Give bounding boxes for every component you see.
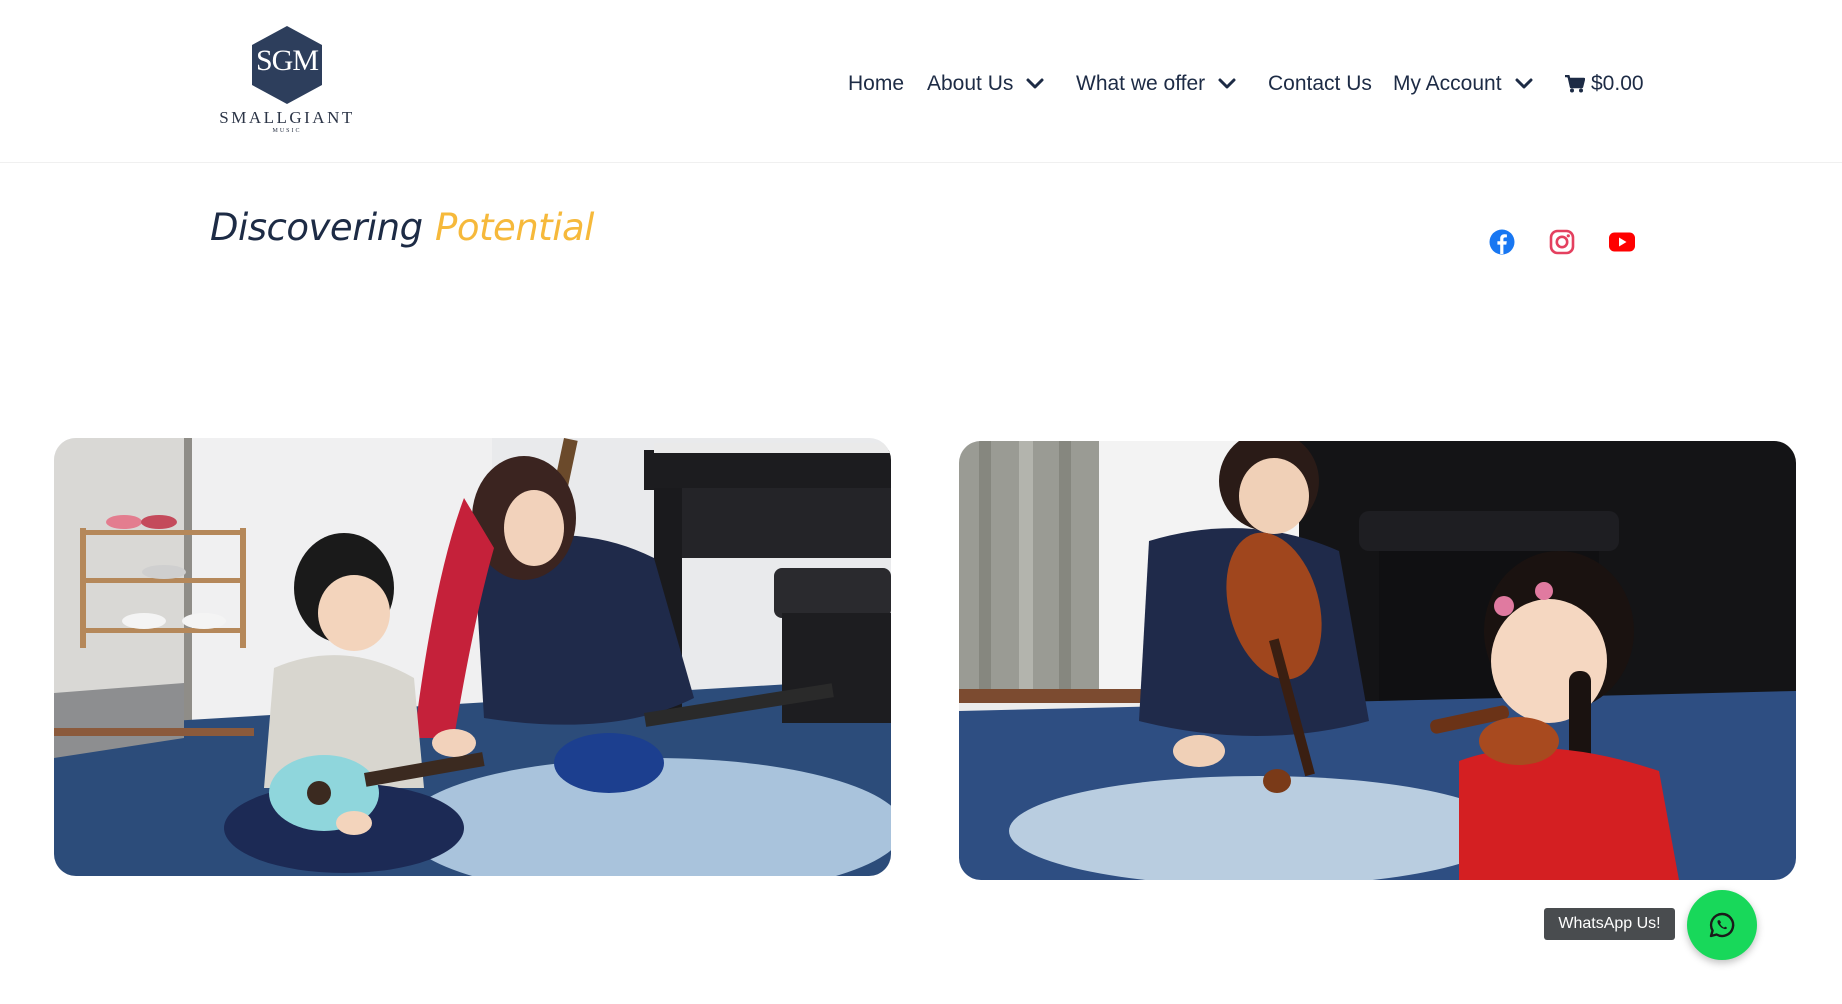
- whatsapp-icon: [1709, 912, 1735, 938]
- tagline: Discovering Potential: [210, 206, 594, 249]
- nav-my-account-label: My Account: [1393, 72, 1502, 95]
- facebook-icon[interactable]: [1488, 228, 1516, 256]
- chevron-down-icon: [1026, 78, 1044, 89]
- nav-contact-us-label: Contact Us: [1268, 72, 1372, 95]
- nav-contact-us[interactable]: Contact Us: [1268, 68, 1372, 100]
- youtube-icon[interactable]: [1608, 228, 1636, 256]
- cart-total: $0.00: [1591, 72, 1644, 95]
- logo-subtitle: MUSIC: [272, 128, 302, 134]
- chevron-down-icon: [1218, 78, 1236, 89]
- photo-ukulele-lesson: [54, 438, 891, 876]
- nav-what-we-offer[interactable]: What we offer: [1076, 68, 1237, 100]
- cart-link[interactable]: $0.00: [1565, 68, 1644, 100]
- photo-violin-lesson: [959, 441, 1796, 880]
- nav-about-us-label: About Us: [927, 72, 1014, 95]
- nav-what-we-offer-label: What we offer: [1076, 72, 1206, 95]
- nav-home-label: Home: [848, 72, 905, 95]
- chevron-down-icon: [1515, 78, 1533, 89]
- tagline-part-2: Potential: [435, 206, 594, 249]
- site-header: SGM SMALLGIANT MUSIC Home About Us What …: [0, 0, 1842, 163]
- main-nav: Home About Us What we offer Contact Us M…: [0, 68, 1842, 100]
- whatsapp-label[interactable]: WhatsApp Us!: [1544, 908, 1675, 940]
- logo-name: SMALLGIANT: [219, 108, 355, 127]
- nav-home[interactable]: Home: [848, 68, 904, 100]
- nav-my-account[interactable]: My Account: [1393, 68, 1534, 100]
- nav-about-us[interactable]: About Us: [927, 68, 1045, 100]
- shopping-cart-icon: [1565, 75, 1585, 93]
- tagline-part-1: Discovering: [210, 206, 423, 249]
- instagram-icon[interactable]: [1548, 228, 1576, 256]
- whatsapp-button[interactable]: [1687, 890, 1757, 960]
